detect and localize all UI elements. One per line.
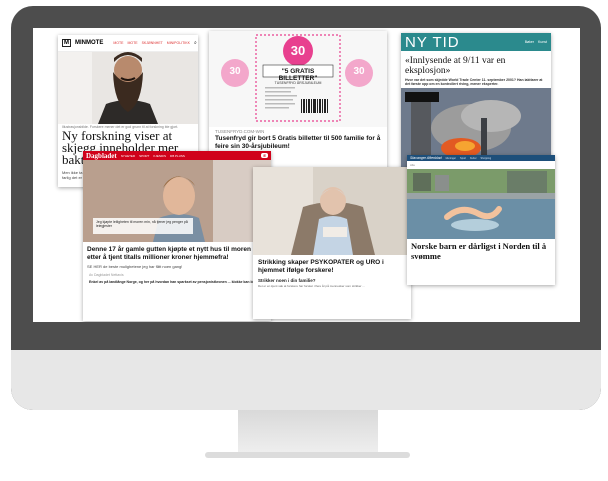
tusenfryd-headline[interactable]: Tusenfryd gir bort 5 Gratis billetter ti…: [209, 135, 387, 151]
strikking-headline[interactable]: Strikking skaper PSYKOPATER og URO i hje…: [253, 255, 411, 276]
minmote-nav-1[interactable]: MOTE: [113, 41, 123, 45]
nytid-headline[interactable]: «Innlysende at 9/11 var en eksplosjon»: [401, 51, 551, 78]
teen-boy-photo: [83, 160, 271, 242]
swimming-child-photo: [407, 169, 555, 239]
article-card-svomme[interactable]: Stavanger Aftenblad Meninger Sport Kultu…: [407, 155, 555, 285]
article-card-dagbladet[interactable]: Dagbladet NYHETER SPORT KJENDIS DB PLUSS…: [83, 151, 271, 321]
monitor-foot: [205, 452, 410, 458]
dagbladet-byline: Av Dagbladet Nettavis: [89, 273, 124, 277]
nytid-nav-1[interactable]: Bøker: [525, 40, 534, 44]
dagbladet-logo: Dagbladet: [86, 151, 117, 160]
aftenblad-nav-3[interactable]: Kultur: [470, 157, 477, 160]
strikking-subhead: Strikker noen i din familie?: [258, 278, 316, 283]
nytid-lead: Hvor var det som skjedde World Trade Cen…: [405, 78, 543, 86]
dagbladet-nav-2[interactable]: SPORT: [139, 154, 149, 158]
minmote-nav-4[interactable]: MINIPOLITIKK: [167, 41, 190, 45]
aftenblad-nav-4[interactable]: Shopping: [481, 157, 492, 160]
tusenfryd-source: TUSENFRYD.COM-WIN: [215, 129, 265, 134]
dagbladet-nav-1[interactable]: NYHETER: [121, 154, 135, 158]
svomme-headline[interactable]: Norske barn er dårligst i Norden til å s…: [407, 239, 555, 264]
aftenblad-nav-2[interactable]: Sport: [460, 157, 466, 160]
dagbladet-subtext: SE HER de beste mulighetene jeg har fått…: [87, 264, 183, 269]
dagbladet-headline[interactable]: Denne 17 år gamle gutten kjøpte et nytt …: [83, 242, 271, 263]
dagbladet-nav-4[interactable]: DB PLUSS: [170, 154, 185, 158]
knitting-grandma-photo: [253, 167, 411, 255]
search-icon[interactable]: ⌕: [194, 40, 197, 46]
dagbladet-nav-3[interactable]: KJENDIS: [153, 154, 166, 158]
tusenfryd-badge-right: 30: [353, 66, 365, 77]
tusenfryd-subtitle: TUSENFRYD ÅRSJUBILEUM: [274, 81, 322, 85]
bearded-man-photo: [58, 52, 198, 124]
monitor-stand: [238, 410, 378, 452]
tusenfryd-badge-left: 30: [229, 66, 241, 77]
nytid-logo: NY TID: [405, 33, 460, 51]
aftenblad-logo: Stavanger Aftenblad: [410, 156, 442, 160]
strikking-body: Det er en kjent sak at forskere har fors…: [258, 284, 365, 288]
minmote-logo-mark: M: [62, 39, 71, 47]
nytid-nav-2[interactable]: Kunst: [538, 40, 547, 44]
tusenfryd-banner: "5 GRATIS BILLETTER": [278, 68, 318, 82]
minmote-logo: MINMOTE: [75, 40, 104, 46]
monitor-chin: [11, 350, 601, 410]
monitor-screen: M MINMOTE MOTE MOTE SKJØNNHET MINIPOLITI…: [33, 28, 580, 322]
dagbladet-header: Dagbladet NYHETER SPORT KJENDIS DB PLUSS…: [83, 151, 271, 160]
dagbladet-video-caption: Jeg kjøpte leiligheten til moren min, nå…: [96, 220, 188, 228]
aftenblad-section[interactable]: Alle: [407, 161, 555, 169]
aftenblad-nav-1[interactable]: Meninger: [446, 157, 456, 160]
tusenfryd-badge-center: 30: [290, 43, 306, 58]
minmote-nav-2[interactable]: MOTE: [127, 41, 137, 45]
dagbladet-body: Enkel av på landlånge Norge, og her på h…: [89, 280, 263, 284]
minmote-nav-3[interactable]: SKJØNNHET: [142, 41, 163, 45]
dagbladet-pill[interactable]: E: [261, 153, 268, 158]
article-card-strikking[interactable]: Strikking skaper PSYKOPATER og URO i hje…: [253, 167, 411, 319]
minmote-header: M MINMOTE MOTE MOTE SKJØNNHET MINIPOLITI…: [58, 35, 198, 52]
nytid-header: NY TID Bøker Kunst: [401, 33, 551, 51]
